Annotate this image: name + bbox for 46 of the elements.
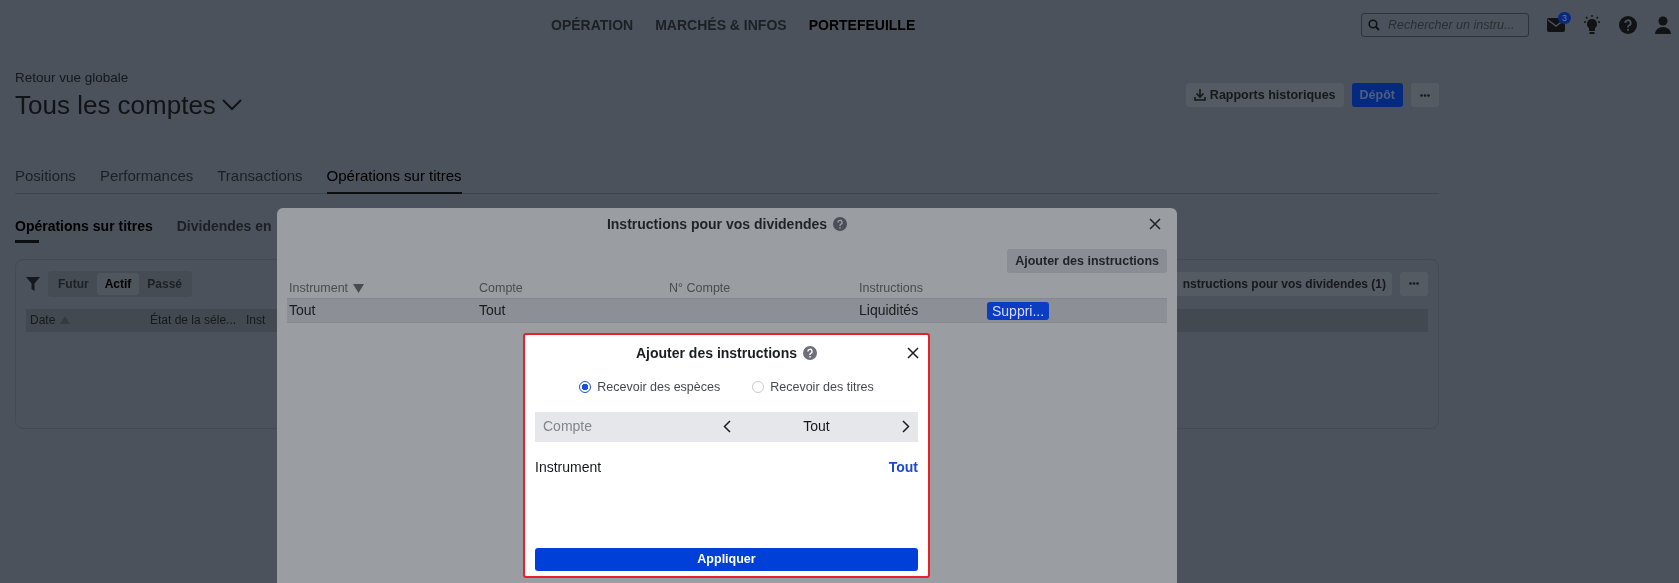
help-icon[interactable] — [803, 346, 817, 360]
more-button[interactable] — [1411, 83, 1439, 107]
apply-button[interactable]: Appliquer — [535, 547, 918, 571]
sort-descending-icon — [353, 284, 365, 294]
more-button[interactable] — [1400, 271, 1428, 296]
reports-button[interactable]: Rapports historiques — [1185, 83, 1344, 107]
chevron-left-icon[interactable] — [723, 420, 731, 434]
column-header[interactable]: Instrument — [287, 279, 477, 298]
dialog-title: Instructions pour vos dividendes — [606, 215, 828, 233]
lightbulb-icon[interactable] — [1583, 15, 1601, 35]
column-header[interactable]: N° Compte — [667, 279, 857, 298]
chevron-down-icon[interactable] — [221, 99, 242, 112]
table-cell-text: Tout — [288, 301, 317, 320]
radio-option[interactable]: Recevoir des espèces — [579, 378, 721, 397]
column-header[interactable]: Compte — [477, 279, 667, 298]
instrument-link[interactable]: Tout — [888, 456, 918, 478]
filter-icon[interactable] — [26, 276, 40, 291]
close-icon[interactable] — [907, 347, 919, 359]
tab[interactable]: Opérations sur titres — [326, 165, 462, 194]
delete-button[interactable]: Suppri... — [987, 301, 1050, 320]
chevron-right-icon[interactable] — [902, 420, 910, 434]
field-label: Instrument — [535, 457, 602, 477]
back-link[interactable]: Retour vue globale — [15, 68, 242, 89]
close-icon[interactable] — [1149, 218, 1161, 230]
radio-option[interactable]: Recevoir des titres — [752, 378, 874, 397]
subtab[interactable]: Opérations sur titres — [15, 215, 153, 243]
deposit-button[interactable]: Dépôt — [1351, 83, 1403, 107]
more-icon — [1409, 282, 1419, 286]
nav-tab[interactable]: PORTEFEUILLE — [808, 14, 916, 36]
help-icon[interactable] — [833, 217, 848, 231]
page-title: Tous les comptes — [15, 89, 216, 123]
user-icon[interactable] — [1655, 16, 1671, 34]
more-icon — [1420, 93, 1430, 97]
column-header[interactable]: Instructions — [857, 279, 1047, 298]
search-icon — [1368, 19, 1380, 31]
help-icon[interactable] — [1619, 16, 1637, 34]
filter-option[interactable]: Actif — [96, 272, 140, 295]
add-instructions-button[interactable]: Ajouter des instructions — [1007, 249, 1167, 273]
account-selector[interactable]: Compte Tout — [535, 411, 918, 442]
field-value: Tout — [802, 417, 831, 437]
table-cell-text: Tout — [478, 301, 507, 320]
download-icon — [1193, 89, 1206, 101]
table-cell-text: Liquidités — [858, 301, 920, 320]
field-label: Compte — [543, 417, 594, 437]
dialog-title: Ajouter des instructions — [636, 344, 797, 362]
notification-badge: 3 — [1558, 12, 1571, 24]
